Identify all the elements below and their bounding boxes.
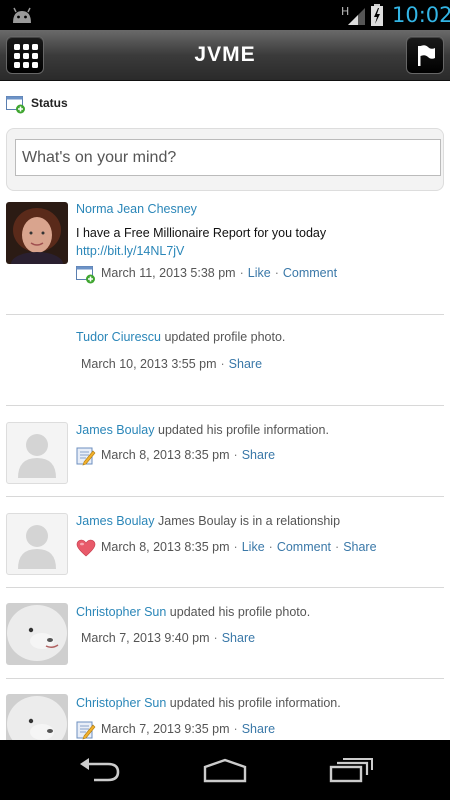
divider (6, 678, 444, 679)
post-body: I have a Free Millionaire Report for you… (76, 226, 327, 240)
share-button[interactable]: Share (242, 722, 275, 736)
post-date: March 7, 2013 9:40 pm (81, 631, 210, 645)
avatar[interactable] (6, 603, 68, 665)
notifications-flag-button[interactable] (406, 36, 444, 74)
divider (6, 496, 444, 497)
svg-text:H: H (341, 5, 349, 18)
system-navigation-bar (0, 740, 450, 800)
author-link[interactable]: Tudor Ciurescu (76, 330, 161, 344)
flag-icon (418, 45, 435, 66)
comment-button[interactable]: Comment (283, 266, 337, 280)
home-icon[interactable] (202, 757, 248, 783)
divider (6, 405, 444, 406)
author-link[interactable]: Christopher Sun (76, 696, 166, 710)
post-date: March 11, 2013 5:38 pm (101, 266, 236, 280)
default-avatar-icon (18, 525, 56, 569)
app-title: JVME (194, 43, 256, 66)
divider (6, 587, 444, 588)
share-button[interactable]: Share (229, 357, 262, 371)
battery-charging-icon (371, 4, 383, 26)
post-text: Norma Jean Chesney I have a Free Million… (76, 200, 440, 260)
post-action-text: updated his profile information. (154, 423, 329, 437)
status-input[interactable] (15, 139, 441, 176)
post-text: James Boulay updated his profile informa… (76, 421, 440, 439)
status-update-icon (76, 266, 95, 284)
post-date: March 8, 2013 8:35 pm (101, 540, 230, 554)
back-icon[interactable] (78, 757, 122, 783)
avatar[interactable] (6, 694, 68, 740)
like-button[interactable]: Like (248, 266, 271, 280)
avatar[interactable] (6, 202, 68, 264)
author-link[interactable]: James Boulay (76, 514, 155, 528)
status-icon (6, 96, 25, 114)
status-label: Status (31, 96, 68, 110)
share-button[interactable]: Share (343, 540, 376, 554)
post-action-text: James Boulay is in a relationship (154, 514, 341, 528)
post-text: Tudor Ciurescu updated profile photo. (76, 328, 440, 346)
news-feed[interactable]: Status Norma Jean Chesney I have a Free … (0, 82, 450, 740)
edit-profile-icon (76, 447, 96, 466)
dog-photo (6, 603, 68, 665)
signal-strength-icon: H (341, 5, 365, 25)
recent-apps-icon[interactable] (329, 757, 373, 783)
android-notification-icon (13, 7, 31, 23)
author-link[interactable]: Norma Jean Chesney (76, 202, 197, 216)
like-button[interactable]: Like (242, 540, 265, 554)
comment-button[interactable]: Comment (277, 540, 331, 554)
divider (6, 314, 444, 315)
avatar[interactable] (6, 513, 68, 575)
post-action-text: updated his profile information. (166, 696, 341, 710)
dog-photo (6, 694, 68, 740)
share-button[interactable]: Share (242, 448, 275, 462)
post-date: March 7, 2013 9:35 pm (101, 722, 230, 736)
post-link[interactable]: http://bit.ly/14NL7jV (76, 242, 440, 260)
post-action-text: updated profile photo. (161, 330, 286, 344)
post-text: Christopher Sun updated his profile info… (76, 694, 440, 712)
system-status-bar: H 10:02 (0, 0, 450, 30)
status-composer (6, 128, 444, 191)
app-title-bar: JVME (0, 30, 450, 81)
heart-icon (76, 539, 96, 557)
edit-profile-icon (76, 721, 96, 740)
default-avatar-icon (18, 434, 56, 478)
post-action-text: updated his profile photo. (166, 605, 311, 619)
clock: 10:02 (392, 3, 450, 27)
post-text: Christopher Sun updated his profile phot… (76, 603, 440, 621)
author-link[interactable]: James Boulay (76, 423, 155, 437)
author-link[interactable]: Christopher Sun (76, 605, 166, 619)
share-button[interactable]: Share (222, 631, 255, 645)
post-date: March 10, 2013 3:55 pm (81, 357, 217, 371)
post-date: March 8, 2013 8:35 pm (101, 448, 230, 462)
post-text: James Boulay James Boulay is in a relati… (76, 512, 440, 530)
avatar[interactable] (6, 422, 68, 484)
